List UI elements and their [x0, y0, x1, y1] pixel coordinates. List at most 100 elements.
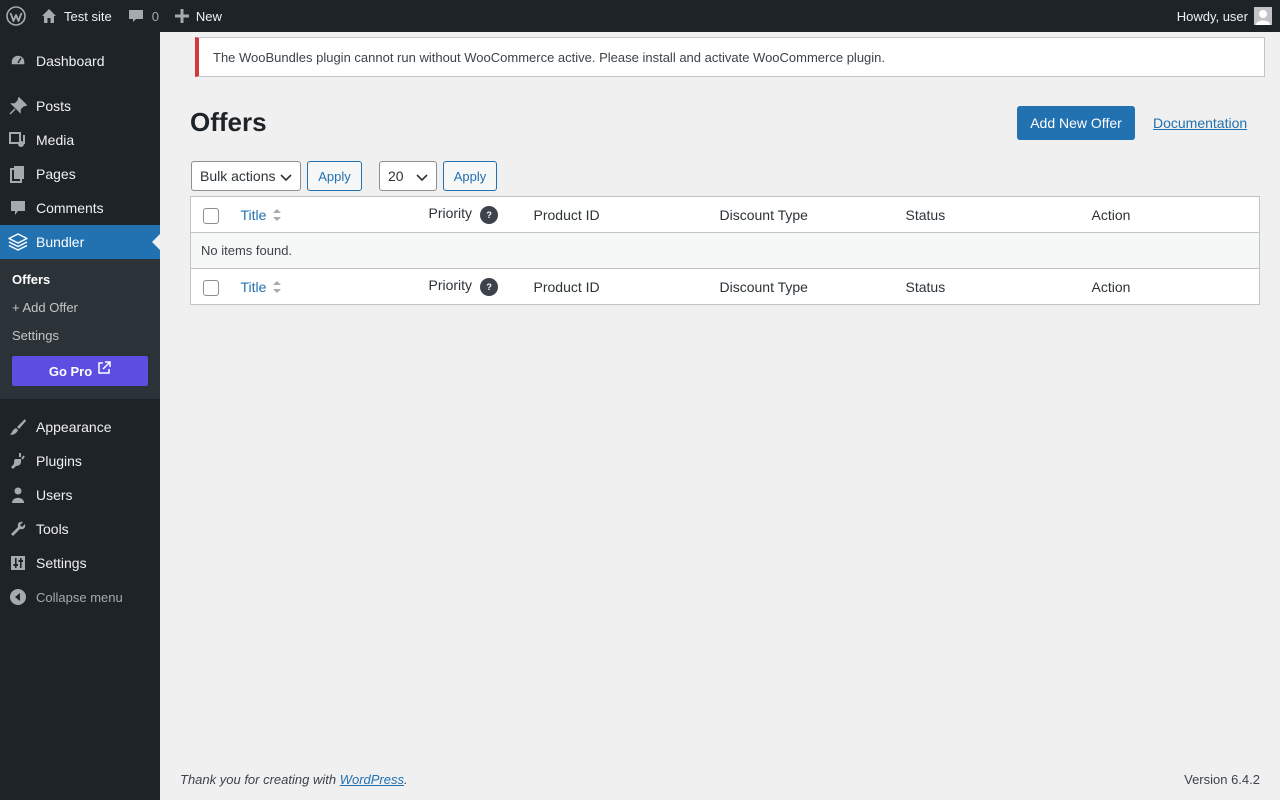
column-action: Action — [1091, 206, 1131, 223]
column-discount-type: Discount Type — [719, 206, 808, 223]
avatar — [1254, 7, 1272, 25]
sidebar-item-label: Dashboard — [36, 53, 105, 69]
per-page-apply-button[interactable]: Apply — [443, 161, 497, 191]
collapse-menu-label: Collapse menu — [36, 589, 123, 605]
page-title: Offers — [190, 107, 267, 137]
sort-arrows-icon — [272, 207, 282, 223]
sidebar-item-users[interactable]: Users — [0, 478, 160, 512]
site-name-label: Test site — [64, 8, 112, 24]
wordpress-link[interactable]: WordPress — [340, 772, 404, 787]
collapse-menu-button[interactable]: Collapse menu — [0, 580, 160, 614]
home-icon — [40, 7, 58, 25]
site-name-menu[interactable]: Test site — [32, 0, 120, 32]
admin-bar: Test site 0 New Howdy, user — [0, 0, 1280, 32]
sidebar-item-label: Comments — [36, 200, 104, 216]
column-status-footer: Status — [905, 278, 946, 295]
wordpress-logo-menu[interactable] — [0, 0, 32, 32]
column-action-footer: Action — [1091, 278, 1131, 295]
help-icon[interactable]: ? — [480, 277, 499, 296]
error-notice: The WooBundles plugin cannot run without… — [195, 37, 1265, 77]
column-title-label: Title — [240, 278, 267, 295]
go-pro-button[interactable]: Go Pro — [12, 356, 148, 386]
offers-table: Title Priority? Product ID Discount Type… — [190, 196, 1260, 305]
comments-icon — [8, 198, 28, 218]
media-icon — [8, 130, 28, 150]
column-priority-label: Priority — [428, 277, 473, 294]
new-content-menu[interactable]: New — [167, 0, 230, 32]
sidebar-item-label: Bundler — [36, 234, 85, 250]
submenu-item-offers[interactable]: Offers — [0, 266, 160, 294]
sidebar-item-dashboard[interactable]: Dashboard — [0, 44, 160, 78]
admin-sidebar: Dashboard Posts Media Pages Comments Bun… — [0, 32, 160, 800]
howdy-label: Howdy, user — [1176, 8, 1248, 24]
sidebar-item-plugins[interactable]: Plugins — [0, 444, 160, 478]
sidebar-item-media[interactable]: Media — [0, 123, 160, 157]
chevron-down-icon — [280, 174, 292, 182]
select-all-checkbox-footer[interactable] — [203, 280, 219, 296]
users-icon — [8, 485, 28, 505]
title-sort-link[interactable]: Title — [241, 207, 283, 223]
footer-thanks: Thank you for creating with WordPress. — [180, 772, 408, 787]
sort-arrows-icon — [272, 279, 282, 295]
pages-icon — [8, 164, 28, 184]
comment-bubble-icon — [128, 8, 144, 24]
table-footer-row: Title Priority? Product ID Discount Type… — [190, 268, 1260, 305]
sidebar-item-comments[interactable]: Comments — [0, 191, 160, 225]
sidebar-item-label: Plugins — [36, 453, 82, 469]
column-product-id: Product ID — [533, 206, 600, 223]
plug-icon — [8, 451, 28, 471]
submenu-item-add-offer[interactable]: + Add Offer — [0, 294, 160, 322]
column-title[interactable]: Title — [231, 197, 419, 233]
sidebar-item-label: Users — [36, 487, 73, 503]
footer-thanks-suffix: . — [404, 772, 408, 787]
column-priority-footer: Priority? — [419, 269, 524, 305]
submenu-item-settings[interactable]: Settings — [0, 322, 160, 350]
settings-icon — [8, 553, 28, 573]
add-new-offer-button[interactable]: Add New Offer — [1017, 106, 1135, 140]
sidebar-item-settings[interactable]: Settings — [0, 546, 160, 580]
sidebar-item-bundler[interactable]: Bundler — [0, 225, 160, 259]
title-sort-link-footer[interactable]: Title — [241, 279, 283, 295]
main-content: The WooBundles plugin cannot run without… — [160, 32, 1280, 800]
bulk-apply-button[interactable]: Apply — [307, 161, 362, 191]
table-header-row: Title Priority? Product ID Discount Type… — [190, 197, 1260, 233]
per-page-value: 20 — [388, 168, 404, 184]
sidebar-item-label: Tools — [36, 521, 69, 537]
column-priority-label: Priority — [428, 205, 473, 222]
my-account-menu[interactable]: Howdy, user — [1177, 7, 1280, 25]
no-items-message: No items found. — [190, 232, 1260, 269]
sidebar-item-pages[interactable]: Pages — [0, 157, 160, 191]
chevron-down-icon — [416, 174, 428, 182]
sidebar-item-posts[interactable]: Posts — [0, 89, 160, 123]
footer-thanks-prefix: Thank you for creating with — [180, 772, 340, 787]
notice-text: The WooBundles plugin cannot run without… — [213, 49, 886, 65]
column-title-footer[interactable]: Title — [231, 269, 419, 305]
column-status: Status — [905, 206, 946, 223]
column-priority: Priority? — [419, 197, 524, 233]
documentation-link[interactable]: Documentation — [1153, 106, 1247, 140]
column-product-id-footer: Product ID — [533, 278, 600, 295]
bulk-actions-select[interactable]: Bulk actions — [191, 161, 301, 191]
sidebar-item-tools[interactable]: Tools — [0, 512, 160, 546]
sidebar-item-label: Pages — [36, 166, 76, 182]
select-all-checkbox[interactable] — [203, 208, 219, 224]
footer-version: Version 6.4.2 — [1184, 772, 1260, 787]
sidebar-item-appearance[interactable]: Appearance — [0, 410, 160, 444]
new-label: New — [195, 8, 222, 24]
dashboard-icon — [8, 51, 28, 71]
per-page-select[interactable]: 20 — [379, 161, 437, 191]
select-all-cell — [191, 197, 231, 233]
bulk-actions-value: Bulk actions — [200, 168, 276, 184]
brush-icon — [8, 417, 28, 437]
wrench-icon — [8, 519, 28, 539]
sidebar-item-label: Media — [36, 132, 75, 148]
bundler-submenu: Offers + Add Offer Settings Go Pro — [0, 259, 160, 399]
help-icon[interactable]: ? — [480, 205, 499, 224]
comments-menu[interactable]: 0 — [120, 0, 167, 32]
column-discount-type-footer: Discount Type — [719, 278, 808, 295]
sidebar-item-label: Settings — [36, 555, 87, 571]
external-link-icon — [98, 361, 111, 374]
column-title-label: Title — [240, 206, 267, 223]
comments-count: 0 — [151, 8, 159, 24]
wordpress-logo-icon — [6, 6, 26, 26]
